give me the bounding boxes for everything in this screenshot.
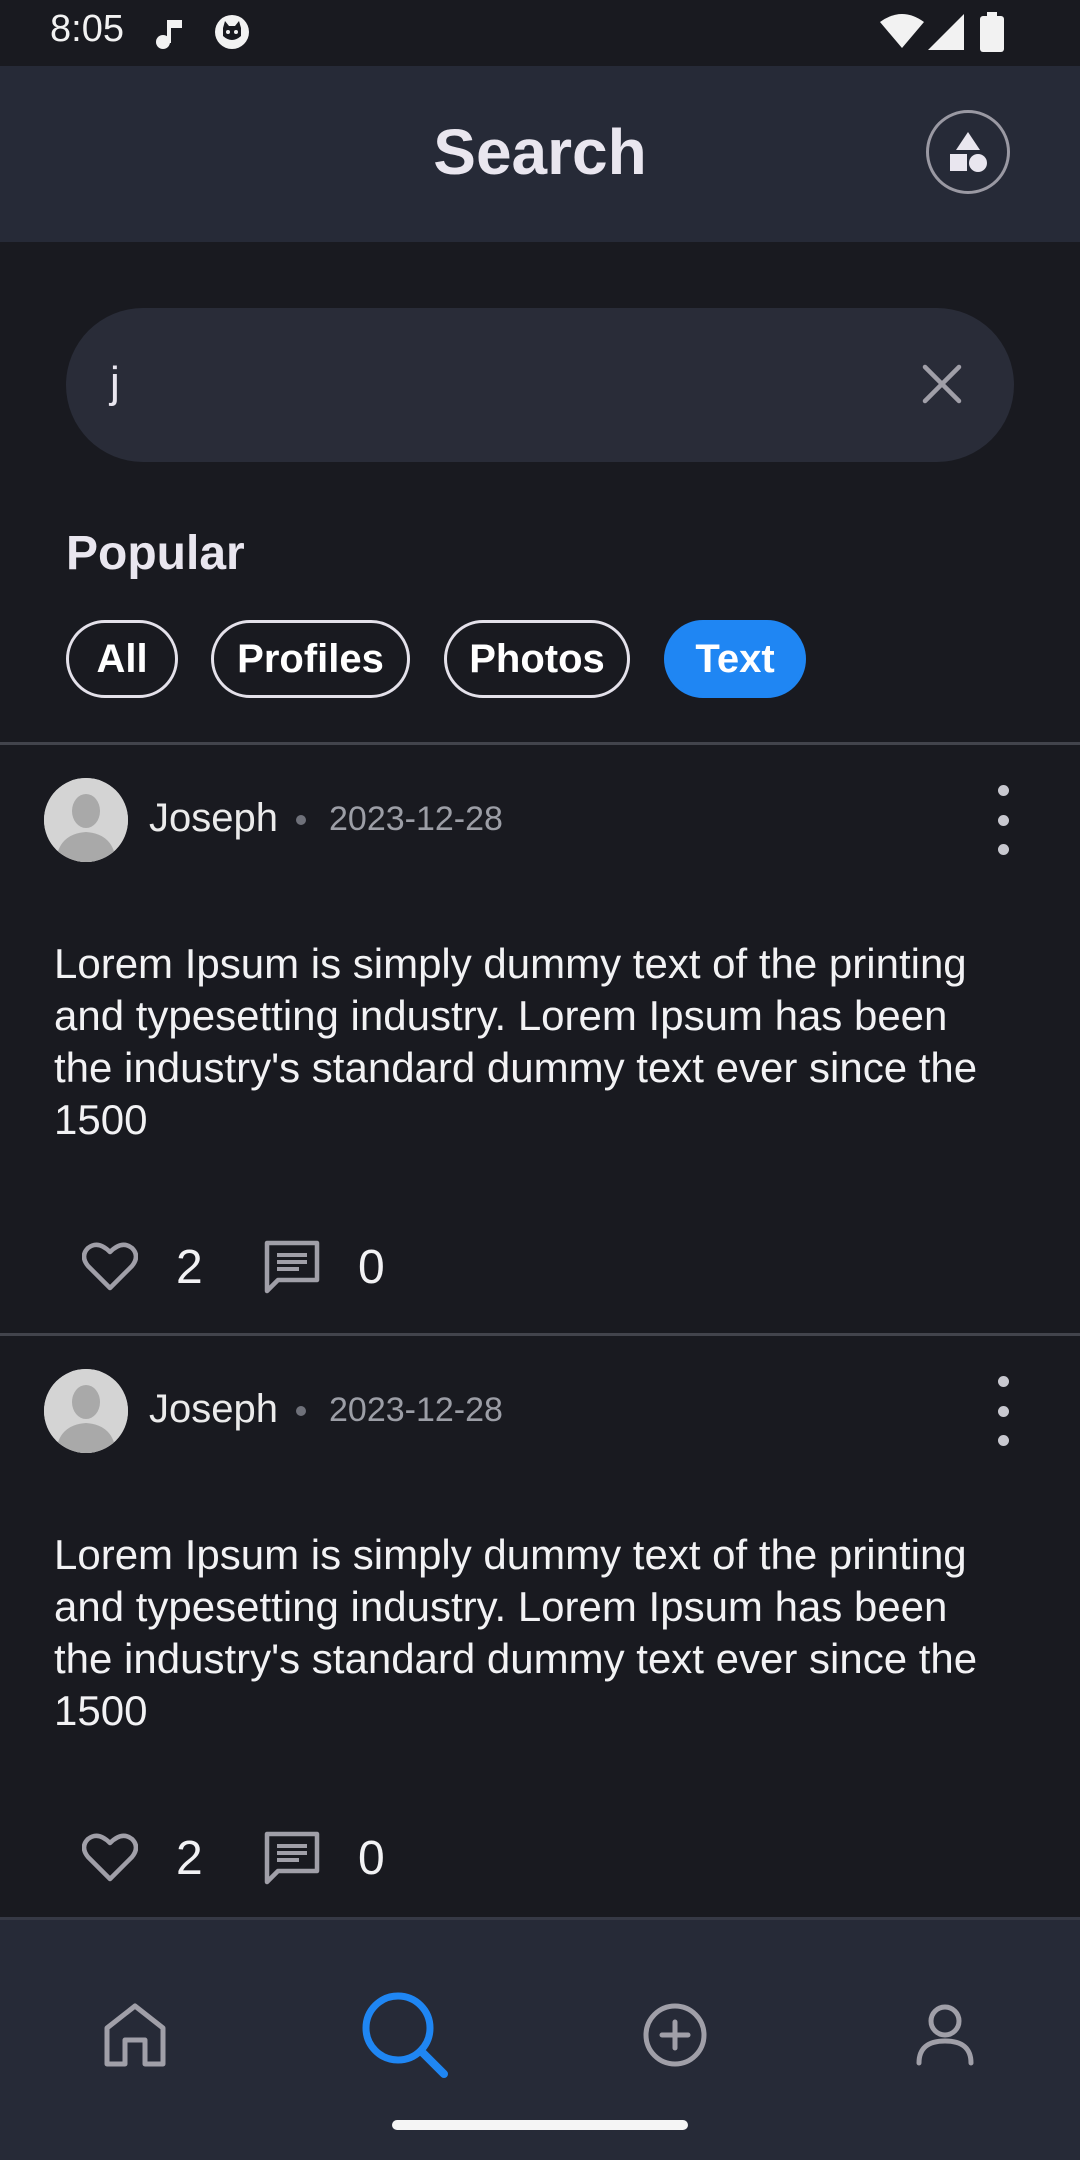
shapes-button[interactable] bbox=[926, 110, 1010, 194]
comment-count: 0 bbox=[358, 1832, 385, 1885]
chip-label: Text bbox=[695, 636, 775, 681]
post-author[interactable]: Joseph bbox=[149, 1387, 278, 1432]
person-silhouette-icon bbox=[44, 778, 128, 862]
search-icon bbox=[362, 1992, 448, 2078]
avatar[interactable] bbox=[44, 1369, 128, 1453]
chip-label: All bbox=[96, 636, 148, 681]
home-indicator[interactable] bbox=[392, 2120, 688, 2130]
status-time: 8:05 bbox=[50, 8, 124, 50]
music-note-icon bbox=[156, 20, 182, 49]
person-silhouette-icon bbox=[44, 1369, 128, 1453]
post-more-button[interactable] bbox=[983, 785, 1023, 855]
post-more-button[interactable] bbox=[983, 1376, 1023, 1446]
filter-chip-photos[interactable]: Photos bbox=[444, 620, 630, 698]
status-bar: 8:05 bbox=[0, 0, 1080, 66]
shapes-icon bbox=[950, 132, 987, 172]
avatar[interactable] bbox=[44, 778, 128, 862]
nav-profile[interactable] bbox=[890, 1980, 1000, 2090]
post-date: 2023-12-28 bbox=[329, 800, 503, 838]
more-vert-icon bbox=[997, 785, 1009, 796]
comment-count: 0 bbox=[358, 1241, 385, 1294]
divider bbox=[0, 1333, 1080, 1336]
battery-icon bbox=[980, 12, 1004, 52]
divider bbox=[0, 742, 1080, 745]
post-date: 2023-12-28 bbox=[329, 1391, 503, 1429]
heart-icon[interactable] bbox=[82, 1240, 138, 1292]
cat-app-icon bbox=[215, 15, 249, 49]
comment-icon[interactable] bbox=[264, 1831, 320, 1885]
post-text: Lorem Ipsum is simply dummy text of the … bbox=[54, 940, 978, 1143]
clear-search-button[interactable] bbox=[912, 354, 972, 414]
post-text: Lorem Ipsum is simply dummy text of the … bbox=[54, 1531, 978, 1734]
profile-icon bbox=[916, 2004, 974, 2066]
more-vert-icon bbox=[997, 1376, 1009, 1387]
wifi-icon bbox=[880, 14, 924, 48]
chip-label: Photos bbox=[469, 636, 605, 681]
page-title: Search bbox=[433, 116, 647, 188]
search-field[interactable]: j bbox=[66, 308, 1014, 462]
like-count: 2 bbox=[176, 1241, 203, 1294]
chip-label: Profiles bbox=[237, 636, 384, 681]
filter-chip-profiles[interactable]: Profiles bbox=[211, 620, 410, 698]
separator-dot bbox=[296, 1406, 306, 1416]
search-input[interactable]: j bbox=[110, 358, 120, 408]
like-count: 2 bbox=[176, 1832, 203, 1885]
section-title: Popular bbox=[66, 527, 245, 580]
separator-dot bbox=[296, 815, 306, 825]
app-header: Search bbox=[0, 66, 1080, 242]
nav-search[interactable] bbox=[350, 1980, 460, 2090]
nav-home[interactable] bbox=[80, 1980, 190, 2090]
heart-icon[interactable] bbox=[82, 1831, 138, 1883]
post-author[interactable]: Joseph bbox=[149, 796, 278, 841]
close-icon bbox=[922, 364, 962, 404]
add-circle-icon bbox=[643, 2003, 707, 2067]
home-icon bbox=[104, 2003, 166, 2067]
filter-chip-all[interactable]: All bbox=[66, 620, 178, 698]
signal-icon bbox=[928, 14, 964, 50]
filter-chip-text[interactable]: Text bbox=[664, 620, 806, 698]
comment-icon[interactable] bbox=[264, 1240, 320, 1294]
nav-create[interactable] bbox=[620, 1980, 730, 2090]
